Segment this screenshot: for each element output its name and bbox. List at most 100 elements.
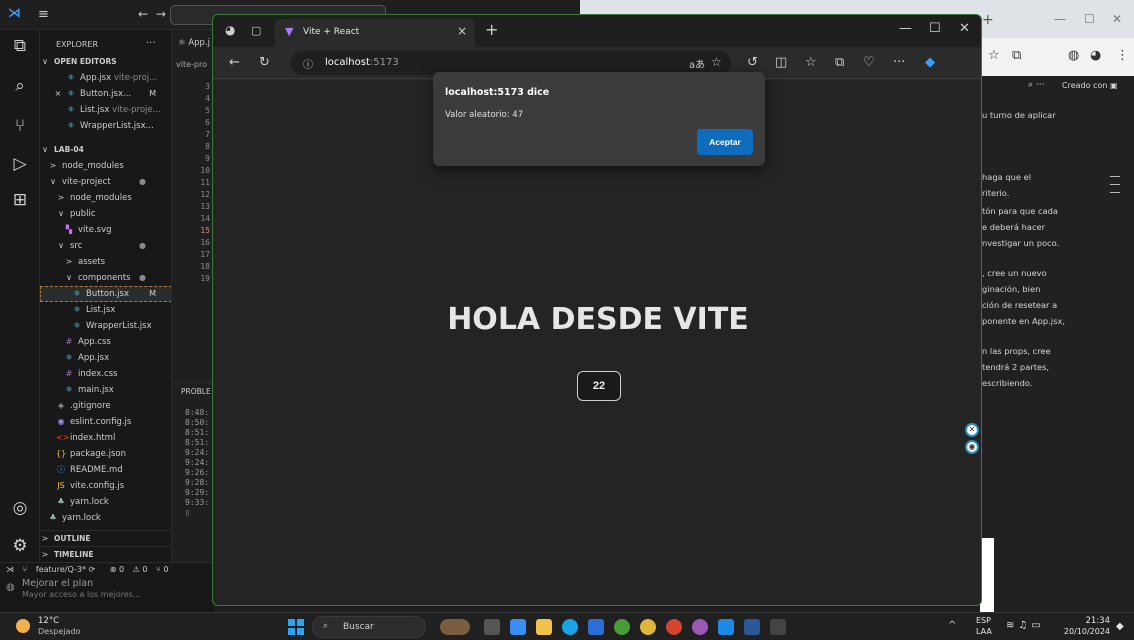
- accept-button[interactable]: Aceptar: [697, 129, 753, 155]
- taskbar-search[interactable]: ⌕ Buscar: [312, 616, 426, 638]
- file-item[interactable]: {} package.json: [40, 446, 171, 462]
- clock-time[interactable]: 21:34: [1070, 616, 1111, 626]
- widget-icon[interactable]: [440, 619, 470, 635]
- copilot-icon[interactable]: ◆: [925, 55, 935, 70]
- file-item[interactable]: ▚ vite.svg: [40, 222, 171, 238]
- file-item[interactable]: # App.css: [40, 334, 171, 350]
- task-view-icon[interactable]: [484, 619, 500, 635]
- tray-overflow-icon[interactable]: ^: [948, 620, 956, 631]
- sidebar-close-icon[interactable]: ✕: [965, 423, 979, 437]
- more-icon[interactable]: ···: [893, 55, 905, 70]
- counter-button[interactable]: 22: [577, 371, 621, 401]
- nav-arrows-icon[interactable]: ←→: [138, 7, 174, 21]
- terminal-app-icon[interactable]: [770, 619, 786, 635]
- folder-item[interactable]: > node_modules: [40, 190, 171, 206]
- split-screen-icon[interactable]: ◫: [775, 55, 787, 70]
- file-item[interactable]: ⚛ WrapperList.jsx: [40, 318, 171, 334]
- folder-item[interactable]: ∨ vite-project ●: [40, 174, 171, 190]
- explorer-icon[interactable]: ⧉: [8, 34, 32, 58]
- extensions-icon[interactable]: ⊞: [8, 188, 32, 212]
- upgrade-plan-panel[interactable]: ◍ Mejorar el plan Mayor acceso a los mej…: [0, 576, 214, 612]
- folder-item[interactable]: ∨ src ●: [40, 238, 171, 254]
- creado-label[interactable]: Creado con ▣: [1062, 81, 1118, 90]
- minimize-icon[interactable]: —: [899, 21, 912, 36]
- edge-app-icon[interactable]: [562, 619, 578, 635]
- file-item[interactable]: ⚛ App.jsx: [40, 350, 171, 366]
- new-tab-icon[interactable]: +: [982, 12, 994, 28]
- keyboard-layout[interactable]: LAA: [976, 627, 992, 636]
- file-item[interactable]: ⚛ List.jsx: [40, 302, 171, 318]
- search-icon[interactable]: ⌕ ···: [1028, 80, 1044, 90]
- chrome-dev-icon[interactable]: [692, 619, 708, 635]
- tab-actions-icon[interactable]: ▢: [251, 24, 261, 37]
- extension-icon[interactable]: ◍: [1068, 48, 1079, 63]
- folder-item[interactable]: > node_modules: [40, 158, 171, 174]
- close-editor-icon[interactable]: ×: [54, 86, 62, 102]
- file-item[interactable]: # index.css: [40, 366, 171, 382]
- weather-temp[interactable]: 12°C: [38, 616, 59, 626]
- file-item[interactable]: ◉ eslint.config.js: [40, 414, 171, 430]
- profile-avatar-icon[interactable]: ◕: [1090, 48, 1101, 63]
- clock-date[interactable]: 20/10/2024: [1062, 627, 1110, 636]
- vscode-app-icon[interactable]: [718, 619, 734, 635]
- hamburger-menu-icon[interactable]: ≡: [38, 7, 49, 22]
- outline-header[interactable]: > OUTLINE: [40, 530, 171, 546]
- open-editor-item[interactable]: × ⚛ Button.jsx... M: [40, 86, 171, 102]
- sidebar-app-icon[interactable]: ◉: [965, 440, 979, 454]
- back-icon[interactable]: ←: [229, 55, 240, 70]
- folder-item[interactable]: > assets: [40, 254, 171, 270]
- open-editor-item[interactable]: ⚛ WrapperList.jsx...: [40, 118, 171, 134]
- search-icon[interactable]: ⌕: [8, 74, 32, 98]
- file-item[interactable]: <>index.html: [40, 430, 171, 446]
- file-item[interactable]: ⚛ Button.jsx M: [40, 286, 171, 302]
- close-window-icon[interactable]: ✕: [959, 21, 970, 36]
- timeline-header[interactable]: > TIMELINE: [40, 546, 171, 562]
- file-item[interactable]: ♣ yarn.lock: [40, 494, 171, 510]
- collections-icon[interactable]: ⧉: [835, 55, 844, 70]
- file-item[interactable]: ⓘ README.md: [40, 462, 171, 478]
- run-debug-icon[interactable]: ▷: [8, 152, 32, 176]
- refresh-page-icon[interactable]: ↺: [747, 55, 758, 70]
- gear-icon[interactable]: ⚙: [8, 534, 32, 558]
- weather-condition[interactable]: Despejado: [38, 627, 80, 636]
- explorer-more-icon[interactable]: ···: [146, 38, 156, 49]
- chrome-canary-icon[interactable]: [614, 619, 630, 635]
- open-editors-header[interactable]: ∨ OPEN EDITORS: [40, 54, 171, 70]
- notification-bell-icon[interactable]: ◆: [1116, 621, 1124, 632]
- store-app-icon[interactable]: [588, 619, 604, 635]
- open-editor-item[interactable]: ⚛ List.jsx vite-proje...: [40, 102, 171, 118]
- problems-status[interactable]: ⊗ 0 ⚠ 0: [104, 565, 148, 574]
- new-tab-icon[interactable]: +: [485, 20, 498, 39]
- copilot-app-icon[interactable]: [510, 619, 526, 635]
- ports-status[interactable]: ⑂ 0: [156, 565, 168, 574]
- file-item[interactable]: ♣ yarn.lock: [40, 510, 171, 526]
- favorite-star-icon[interactable]: ☆: [711, 55, 722, 69]
- system-tray-icons[interactable]: ≋♫▭: [1006, 620, 1045, 631]
- file-item[interactable]: ⚛ main.jsx: [40, 382, 171, 398]
- minimize-icon[interactable]: —: [1054, 12, 1066, 26]
- word-app-icon[interactable]: [744, 619, 760, 635]
- star-icon[interactable]: ☆: [988, 48, 1000, 63]
- branch-status[interactable]: ⑂ feature/Q-3* ⟳: [23, 565, 96, 574]
- extensions-puzzle-icon[interactable]: ⧉: [1012, 48, 1021, 63]
- file-explorer-icon[interactable]: [536, 619, 552, 635]
- account-icon[interactable]: ◎: [8, 496, 32, 520]
- chrome-beta-icon[interactable]: [666, 619, 682, 635]
- site-info-icon[interactable]: ⓘ: [303, 56, 313, 71]
- windows-start-icon[interactable]: [288, 619, 304, 635]
- chrome-app-icon[interactable]: [640, 619, 656, 635]
- workspace-header[interactable]: ∨ LAB-04: [40, 142, 171, 158]
- favorites-icon[interactable]: ☆: [805, 55, 817, 70]
- file-item[interactable]: JS vite.config.js: [40, 478, 171, 494]
- language-indicator[interactable]: ESP: [976, 616, 991, 625]
- close-icon[interactable]: ✕: [1112, 12, 1122, 26]
- profile-icon[interactable]: ◕: [225, 23, 235, 37]
- source-control-icon[interactable]: ⑂: [8, 114, 32, 138]
- file-item[interactable]: ◈ .gitignore: [40, 398, 171, 414]
- reload-icon[interactable]: ↻: [259, 55, 270, 70]
- weather-moon-icon[interactable]: [16, 619, 30, 633]
- open-editor-item[interactable]: ⚛ App.jsx vite-proj...: [40, 70, 171, 86]
- read-aloud-icon[interactable]: aあ: [689, 56, 705, 71]
- folder-item[interactable]: ∨ public: [40, 206, 171, 222]
- maximize-icon[interactable]: ☐: [929, 21, 941, 36]
